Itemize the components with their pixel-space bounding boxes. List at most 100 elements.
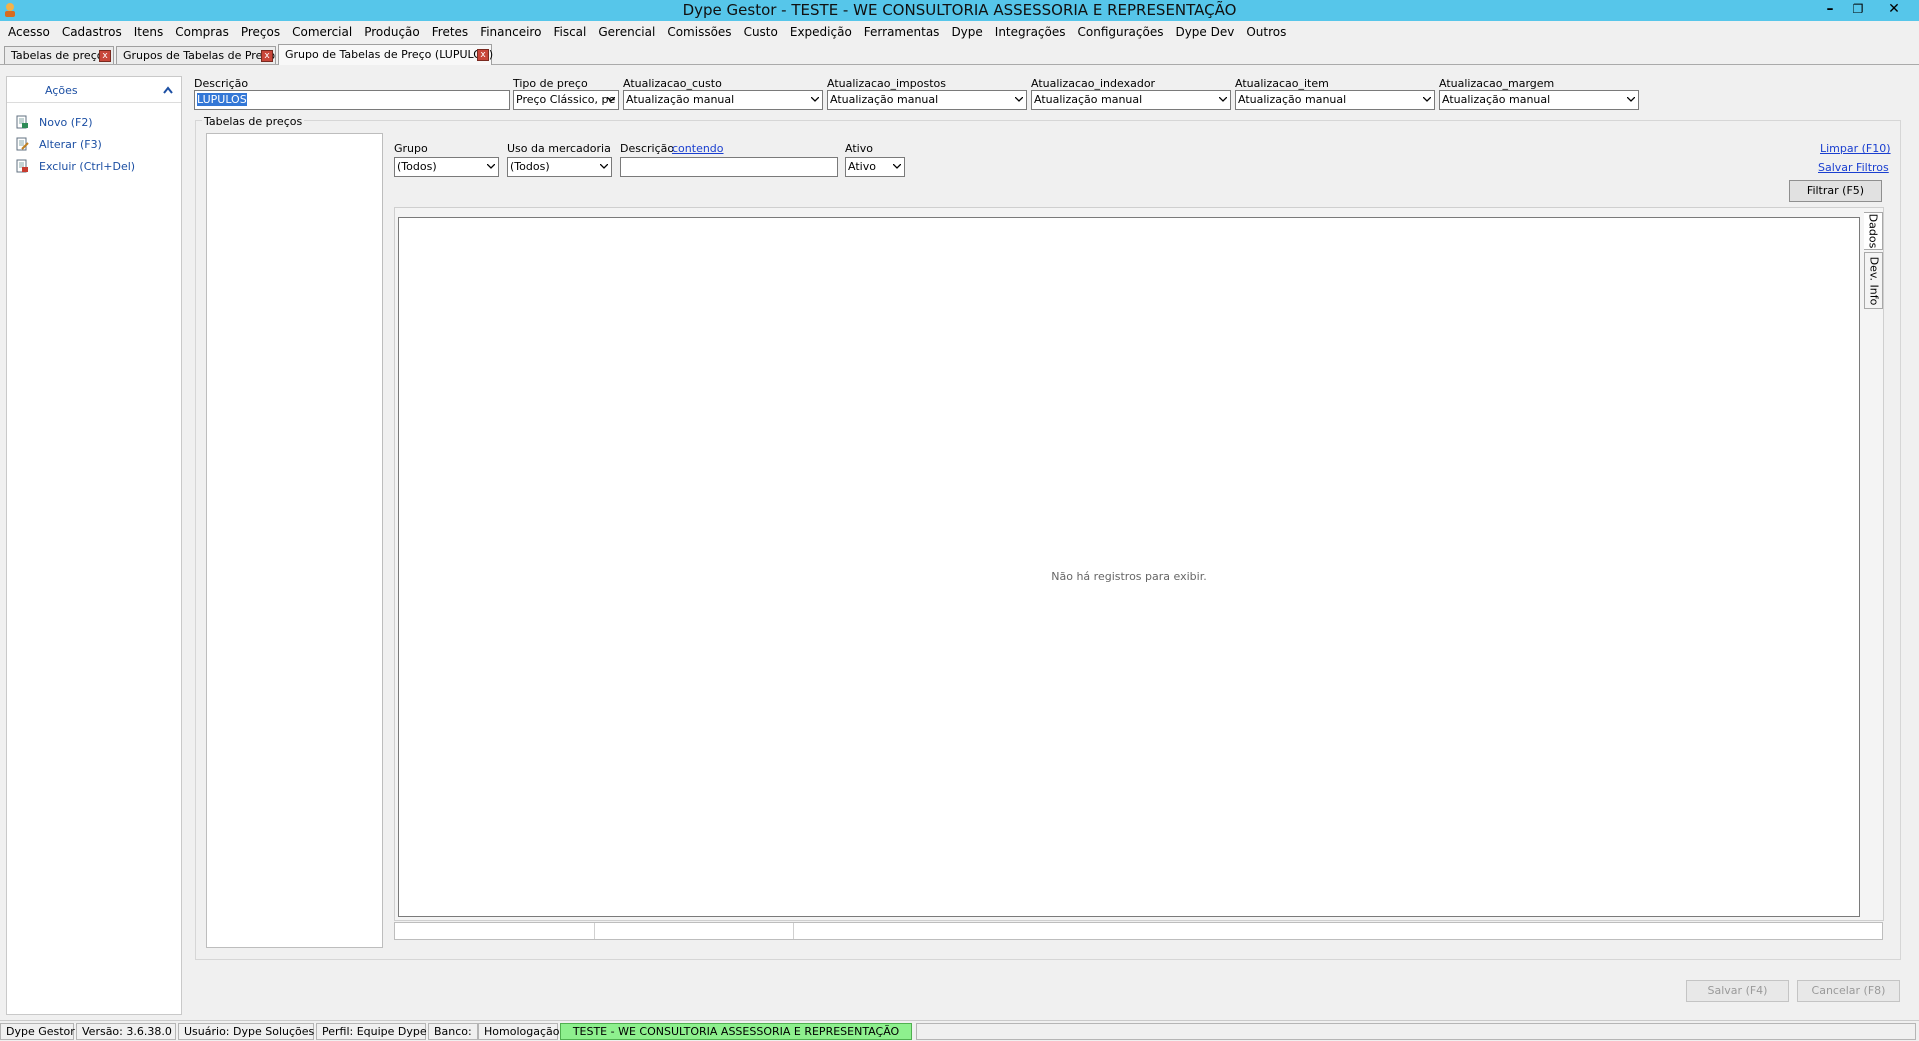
tab-label: Tabelas de preço bbox=[11, 49, 104, 62]
menu-bar: Acesso Cadastros Itens Compras Preços Co… bbox=[0, 21, 1919, 43]
menu-integracoes[interactable]: Integrações bbox=[989, 25, 1072, 39]
status-perfil: Perfil: Equipe Dype bbox=[316, 1023, 427, 1040]
empty-grid-message: Não há registros para exibir. bbox=[1051, 570, 1207, 583]
atualizacao-margem-label: Atualizacao_margem bbox=[1439, 77, 1555, 90]
menu-expedicao[interactable]: Expedição bbox=[784, 25, 858, 39]
menu-dype[interactable]: Dype bbox=[945, 25, 988, 39]
action-alterar-label: Alterar (F3) bbox=[39, 137, 102, 151]
footer-cell bbox=[594, 923, 794, 939]
dropdown-arrow-icon bbox=[597, 158, 611, 176]
collapse-chevron-icon[interactable] bbox=[163, 83, 173, 97]
atualizacao-impostos-select[interactable]: Atualização manual bbox=[827, 90, 1027, 110]
window-title: Dype Gestor - TESTE - WE CONSULTORIA ASS… bbox=[682, 1, 1237, 19]
atualizacao-margem-value: Atualização manual bbox=[1442, 93, 1551, 106]
dropdown-arrow-icon bbox=[604, 91, 618, 109]
filter-grupo-label: Grupo bbox=[394, 142, 428, 155]
filter-grupo-value: (Todos) bbox=[397, 160, 437, 173]
menu-precos[interactable]: Preços bbox=[235, 25, 286, 39]
dropdown-arrow-icon bbox=[808, 91, 822, 109]
atualizacao-custo-select[interactable]: Atualização manual bbox=[623, 90, 823, 110]
filter-ativo-value: Ativo bbox=[848, 160, 876, 173]
atualizacao-custo-value: Atualização manual bbox=[626, 93, 735, 106]
menu-gerencial[interactable]: Gerencial bbox=[592, 25, 661, 39]
tipo-preco-value: Preço Clássico, pe bbox=[516, 93, 616, 106]
atualizacao-impostos-label: Atualizacao_impostos bbox=[827, 77, 946, 90]
grid-footer bbox=[394, 922, 1883, 940]
atualizacao-indexador-select[interactable]: Atualização manual bbox=[1031, 90, 1231, 110]
side-tab-dados-label: Dados bbox=[1866, 213, 1880, 249]
document-delete-icon bbox=[15, 159, 29, 173]
tabelas-grid[interactable]: Não há registros para exibir. bbox=[398, 217, 1860, 917]
action-novo-label: Novo (F2) bbox=[39, 115, 93, 129]
menu-outros[interactable]: Outros bbox=[1240, 25, 1292, 39]
status-versao: Versão: 3.6.38.0 bbox=[76, 1023, 176, 1040]
atualizacao-custo-label: Atualizacao_custo bbox=[623, 77, 722, 90]
descricao-input[interactable]: LUPULOS bbox=[194, 90, 510, 110]
cancelar-button[interactable]: Cancelar (F8) bbox=[1797, 980, 1900, 1002]
menu-fretes[interactable]: Fretes bbox=[426, 25, 474, 39]
tab-grupo-lupulos[interactable]: Grupo de Tabelas de Preço (LUPULOS) x bbox=[278, 44, 493, 65]
restore-icon[interactable]: ❐ bbox=[1843, 0, 1873, 19]
limpar-filtros-link[interactable]: Limpar (F10) bbox=[1820, 142, 1891, 155]
salvar-filtros-link[interactable]: Salvar Filtros bbox=[1818, 161, 1889, 174]
atualizacao-item-label: Atualizacao_item bbox=[1235, 77, 1329, 90]
side-tab-dados[interactable]: Dados bbox=[1864, 212, 1883, 250]
actions-panel: Ações Novo (F2) Alterar (F3) Excluir (Ct… bbox=[6, 76, 182, 1015]
filter-uso-select[interactable]: (Todos) bbox=[507, 157, 612, 177]
action-alterar[interactable]: Alterar (F3) bbox=[15, 136, 102, 152]
close-tab-icon[interactable]: x bbox=[261, 50, 273, 62]
filtrar-button[interactable]: Filtrar (F5) bbox=[1789, 180, 1882, 202]
menu-dype-dev[interactable]: Dype Dev bbox=[1169, 25, 1240, 39]
atualizacao-item-value: Atualização manual bbox=[1238, 93, 1347, 106]
filter-descricao-mode-link[interactable]: contendo bbox=[672, 142, 724, 155]
menu-producao[interactable]: Produção bbox=[358, 25, 426, 39]
descricao-label: Descrição bbox=[194, 77, 249, 90]
dropdown-arrow-icon bbox=[484, 158, 498, 176]
status-usuario: Usuário: Dype Soluções bbox=[178, 1023, 314, 1040]
tab-tabelas-de-preco[interactable]: Tabelas de preço x bbox=[4, 46, 114, 64]
menu-fiscal[interactable]: Fiscal bbox=[547, 25, 592, 39]
dropdown-arrow-icon bbox=[1216, 91, 1230, 109]
menu-custo[interactable]: Custo bbox=[738, 25, 784, 39]
tabelas-group-label: Tabelas de preços bbox=[202, 115, 305, 128]
action-novo[interactable]: Novo (F2) bbox=[15, 114, 93, 130]
filter-descricao-label: Descrição bbox=[620, 142, 675, 155]
menu-acesso[interactable]: Acesso bbox=[2, 25, 56, 39]
filter-uso-value: (Todos) bbox=[510, 160, 550, 173]
menu-cadastros[interactable]: Cadastros bbox=[56, 25, 128, 39]
close-icon[interactable]: ✕ bbox=[1879, 0, 1909, 19]
salvar-button[interactable]: Salvar (F4) bbox=[1686, 980, 1789, 1002]
document-edit-icon bbox=[15, 137, 29, 151]
close-tab-icon[interactable]: x bbox=[99, 50, 111, 62]
menu-configuracoes[interactable]: Configurações bbox=[1072, 25, 1170, 39]
menu-ferramentas[interactable]: Ferramentas bbox=[858, 25, 946, 39]
menu-compras[interactable]: Compras bbox=[169, 25, 235, 39]
tab-grupos-de-tabelas[interactable]: Grupos de Tabelas de Preço x bbox=[116, 46, 276, 64]
atualizacao-item-select[interactable]: Atualização manual bbox=[1235, 90, 1435, 110]
close-tab-icon[interactable]: x bbox=[477, 49, 489, 61]
filter-uso-label: Uso da mercadoria bbox=[507, 142, 611, 155]
menu-comissoes[interactable]: Comissões bbox=[661, 25, 737, 39]
filter-ativo-label: Ativo bbox=[845, 142, 873, 155]
menu-comercial[interactable]: Comercial bbox=[286, 25, 358, 39]
atualizacao-indexador-label: Atualizacao_indexador bbox=[1031, 77, 1156, 90]
action-excluir[interactable]: Excluir (Ctrl+Del) bbox=[15, 158, 135, 174]
status-app: Dype Gestor bbox=[0, 1023, 75, 1040]
filter-descricao-input[interactable] bbox=[620, 157, 838, 177]
side-tab-dev-info[interactable]: Dev. Info bbox=[1864, 252, 1883, 309]
dropdown-arrow-icon bbox=[890, 158, 904, 176]
atualizacao-impostos-value: Atualização manual bbox=[830, 93, 939, 106]
filter-grupo-select[interactable]: (Todos) bbox=[394, 157, 499, 177]
minimize-icon[interactable]: – bbox=[1815, 0, 1845, 19]
tipo-preco-select[interactable]: Preço Clássico, pe bbox=[513, 90, 619, 110]
filter-ativo-select[interactable]: Ativo bbox=[845, 157, 905, 177]
actions-header[interactable]: Ações bbox=[7, 77, 181, 103]
atualizacao-indexador-value: Atualização manual bbox=[1034, 93, 1143, 106]
document-new-icon bbox=[15, 115, 29, 129]
atualizacao-margem-select[interactable]: Atualização manual bbox=[1439, 90, 1639, 110]
menu-financeiro[interactable]: Financeiro bbox=[474, 25, 547, 39]
menu-itens[interactable]: Itens bbox=[128, 25, 169, 39]
tab-label: Grupos de Tabelas de Preço bbox=[123, 49, 276, 62]
tabelas-tree-pane[interactable] bbox=[206, 133, 383, 948]
status-extra bbox=[916, 1023, 1916, 1040]
